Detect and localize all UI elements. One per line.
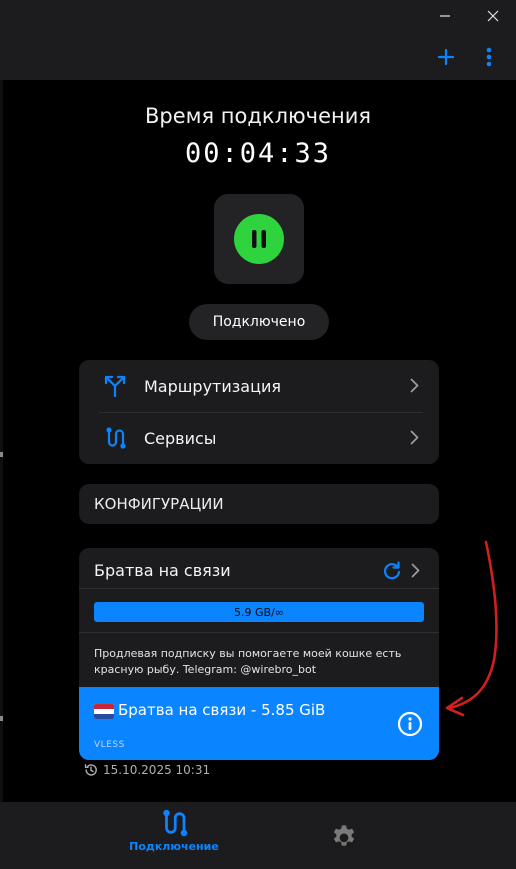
edge-marker <box>0 716 3 721</box>
menu-item-routing[interactable]: Маршрутизация <box>79 360 439 412</box>
annotation-arrow <box>445 540 498 717</box>
nav-tab-settings[interactable] <box>318 802 370 869</box>
gear-icon <box>333 824 355 846</box>
last-updated-time: 15.10.2025 10:31 <box>103 763 211 777</box>
close-icon <box>487 10 499 22</box>
title-bar <box>0 0 516 80</box>
bottom-navigation: Подключение <box>0 802 516 869</box>
configurations-section-header: КОНФИГУРАЦИИ <box>79 484 439 524</box>
disconnect-button[interactable] <box>234 214 284 264</box>
window-left-edge <box>0 80 3 869</box>
menu-card: Маршрутизация Сервисы <box>79 360 439 464</box>
nav-tab-label: Подключение <box>129 840 219 853</box>
pause-icon <box>252 230 266 248</box>
more-menu-button[interactable] <box>474 42 504 72</box>
history-icon <box>84 764 97 776</box>
plus-icon <box>437 48 455 66</box>
connection-toggle-container <box>214 194 304 284</box>
netherlands-flag-icon <box>94 704 114 719</box>
connection-icon <box>163 809 188 837</box>
last-updated: 15.10.2025 10:31 <box>84 762 210 778</box>
chevron-right-icon <box>410 378 419 393</box>
menu-item-label: Маршрутизация <box>144 376 281 396</box>
subscription-name: Братва на связи <box>94 561 231 580</box>
more-vertical-icon <box>486 47 492 67</box>
subscription-divider <box>79 632 439 633</box>
connection-status-badge: Подключено <box>189 304 329 340</box>
menu-item-label: Сервисы <box>144 428 217 448</box>
server-name: Братва на связи - 5.85 GiB <box>118 701 326 719</box>
minimize-button[interactable] <box>432 4 458 28</box>
close-button[interactable] <box>480 4 506 28</box>
traffic-usage-bar: 5.9 GB/∞ <box>94 602 424 622</box>
add-config-button[interactable] <box>431 42 461 72</box>
refresh-icon[interactable] <box>382 561 402 581</box>
subscription-card: Братва на связи 5.9 GB/∞ Продлевая подпи… <box>79 548 439 760</box>
chevron-right-icon[interactable] <box>411 563 420 578</box>
connection-timer: 00:04:33 <box>184 138 332 169</box>
configurations-title: КОНФИГУРАЦИИ <box>94 495 224 513</box>
nav-tab-connection[interactable]: Подключение <box>124 802 224 869</box>
menu-item-services[interactable]: Сервисы <box>79 412 439 464</box>
subscription-note: Продлевая подписку вы помогаете моей кош… <box>94 647 402 676</box>
routing-icon <box>104 375 126 398</box>
connection-time-title: Время подключения <box>144 104 372 128</box>
subscription-divider <box>79 588 439 589</box>
server-protocol: VLESS <box>94 740 125 750</box>
minimize-icon <box>440 15 450 17</box>
chevron-right-icon <box>410 430 419 445</box>
server-item-selected[interactable]: Братва на связи - 5.85 GiB VLESS <box>79 687 439 760</box>
edge-marker <box>0 452 3 457</box>
info-icon[interactable] <box>397 711 423 737</box>
services-icon <box>106 427 126 449</box>
